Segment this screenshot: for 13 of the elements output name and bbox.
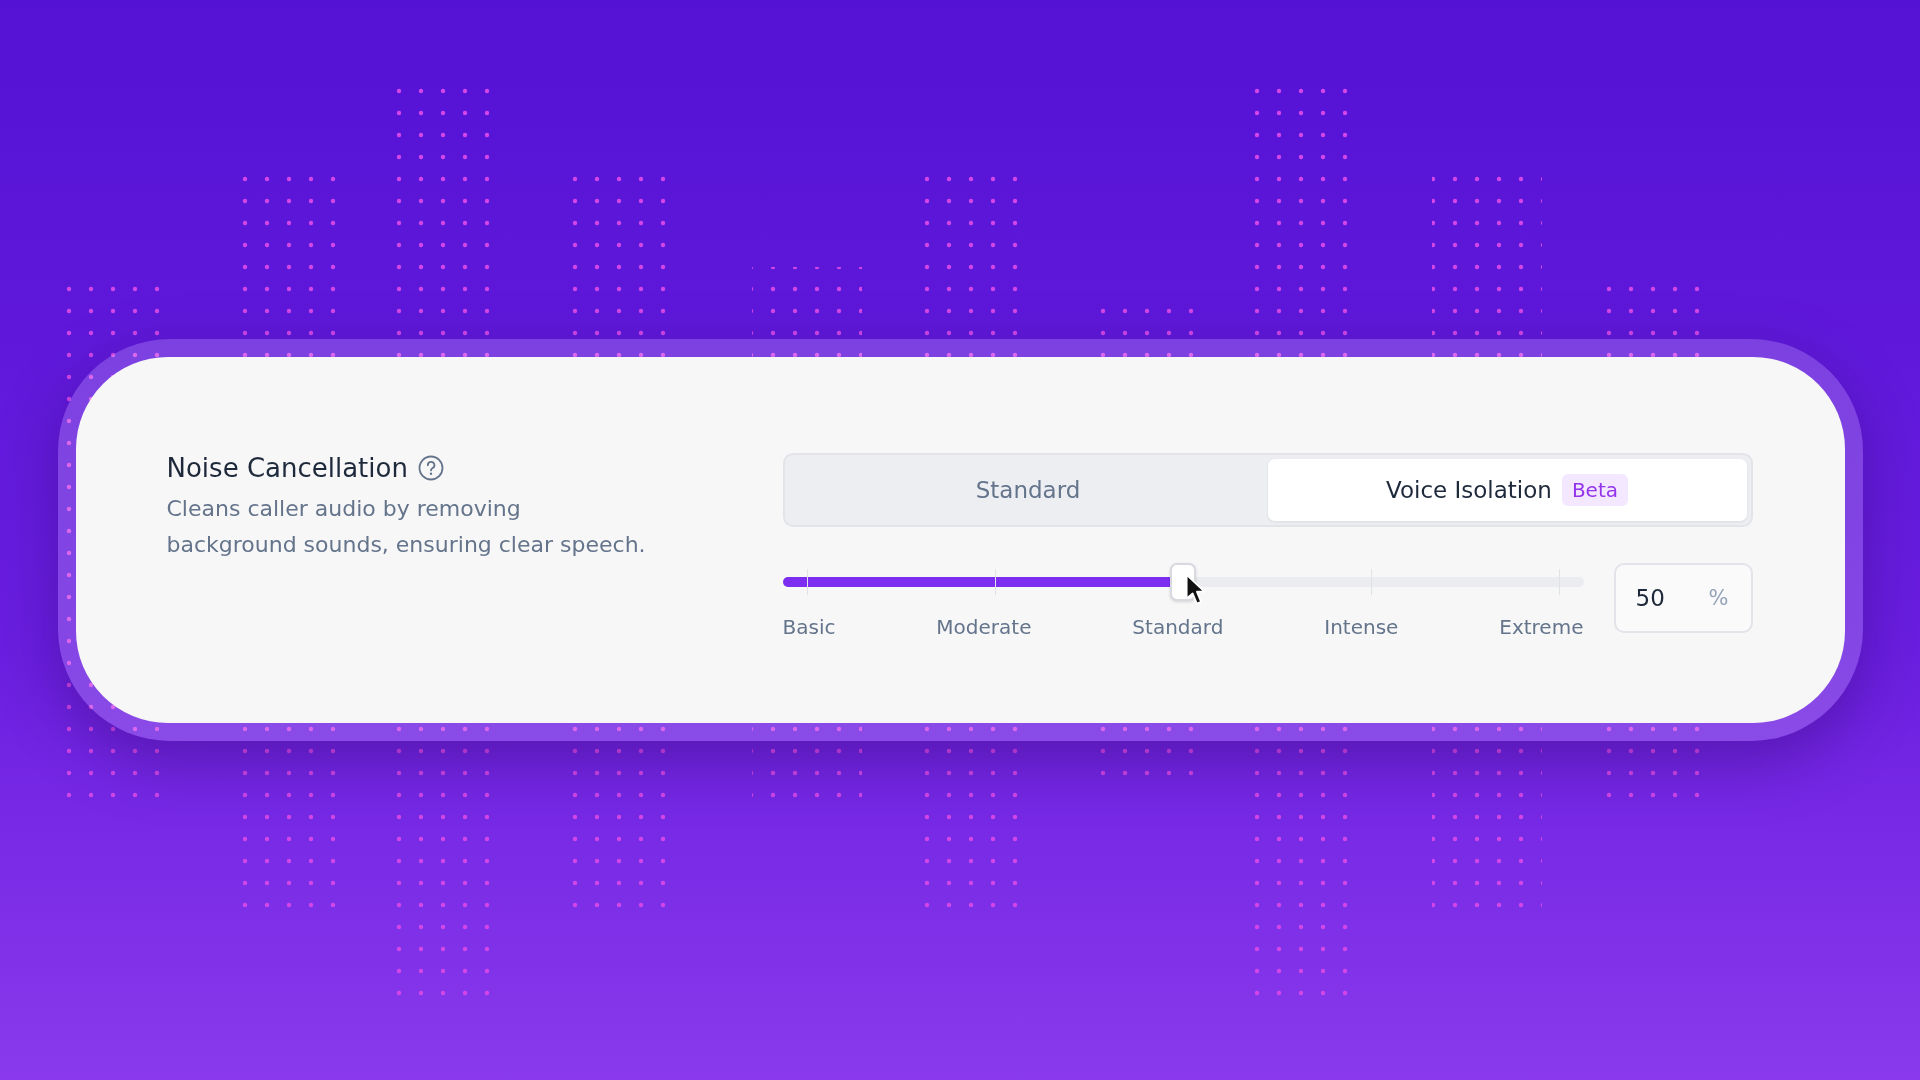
mode-tab[interactable]: Standard [788, 459, 1268, 521]
slider-label: Intense [1324, 615, 1399, 639]
mode-tab[interactable]: Voice Isolation Beta [1267, 459, 1747, 521]
slider-label: Extreme [1499, 615, 1584, 639]
help-icon[interactable] [417, 455, 444, 481]
slider-label: Basic [782, 615, 836, 639]
setting-title: Noise Cancellation [166, 453, 408, 483]
slider[interactable] [782, 563, 1584, 601]
slider-label: Standard [1132, 615, 1224, 639]
setting-description: Cleans caller audio by removing background sounds, ensuring clear speech. [166, 495, 647, 559]
value-field[interactable]: 50 % [1613, 563, 1753, 633]
beta-tag: Beta [1561, 474, 1628, 506]
slider-label: Moderate [936, 615, 1032, 639]
